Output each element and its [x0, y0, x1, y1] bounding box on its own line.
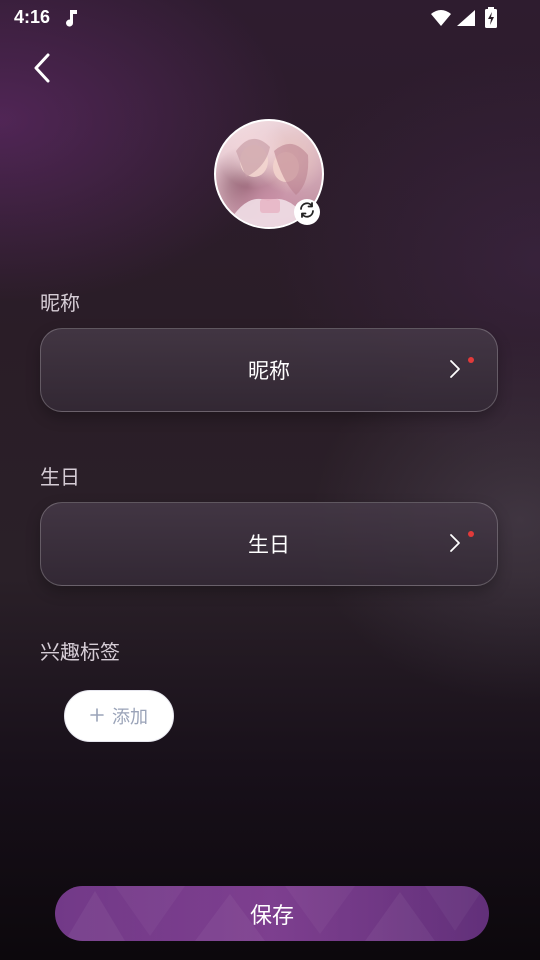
save-label: 保存	[249, 903, 294, 929]
chevron-right-icon	[449, 359, 461, 383]
add-interest-label: 添加	[112, 707, 148, 728]
chevron-left-icon	[31, 52, 53, 88]
birthday-field[interactable]: 生日	[40, 502, 498, 586]
nickname-field[interactable]: 昵称	[40, 328, 498, 412]
save-button[interactable]: 保存	[55, 886, 489, 941]
status-bar: 4:16	[0, 0, 540, 36]
wifi-icon	[430, 9, 452, 31]
music-note-icon	[64, 8, 80, 32]
nickname-label: 昵称	[40, 291, 80, 315]
nickname-value: 昵称	[248, 359, 290, 383]
birthday-value: 生日	[248, 533, 290, 557]
interests-label: 兴趣标签	[40, 640, 120, 664]
add-interest-button[interactable]: 添加	[64, 690, 174, 742]
back-button[interactable]	[22, 50, 62, 90]
status-time: 4:16	[14, 7, 51, 27]
refresh-icon	[298, 201, 316, 223]
signal-icon	[456, 9, 476, 31]
avatar-picker[interactable]	[214, 119, 324, 229]
birthday-label: 生日	[40, 465, 80, 489]
chevron-right-icon	[449, 533, 461, 557]
battery-charging-icon	[484, 7, 498, 33]
plus-icon	[90, 706, 104, 727]
avatar-refresh-button[interactable]	[294, 199, 320, 225]
nickname-red-dot	[468, 357, 474, 363]
birthday-red-dot	[468, 531, 474, 537]
